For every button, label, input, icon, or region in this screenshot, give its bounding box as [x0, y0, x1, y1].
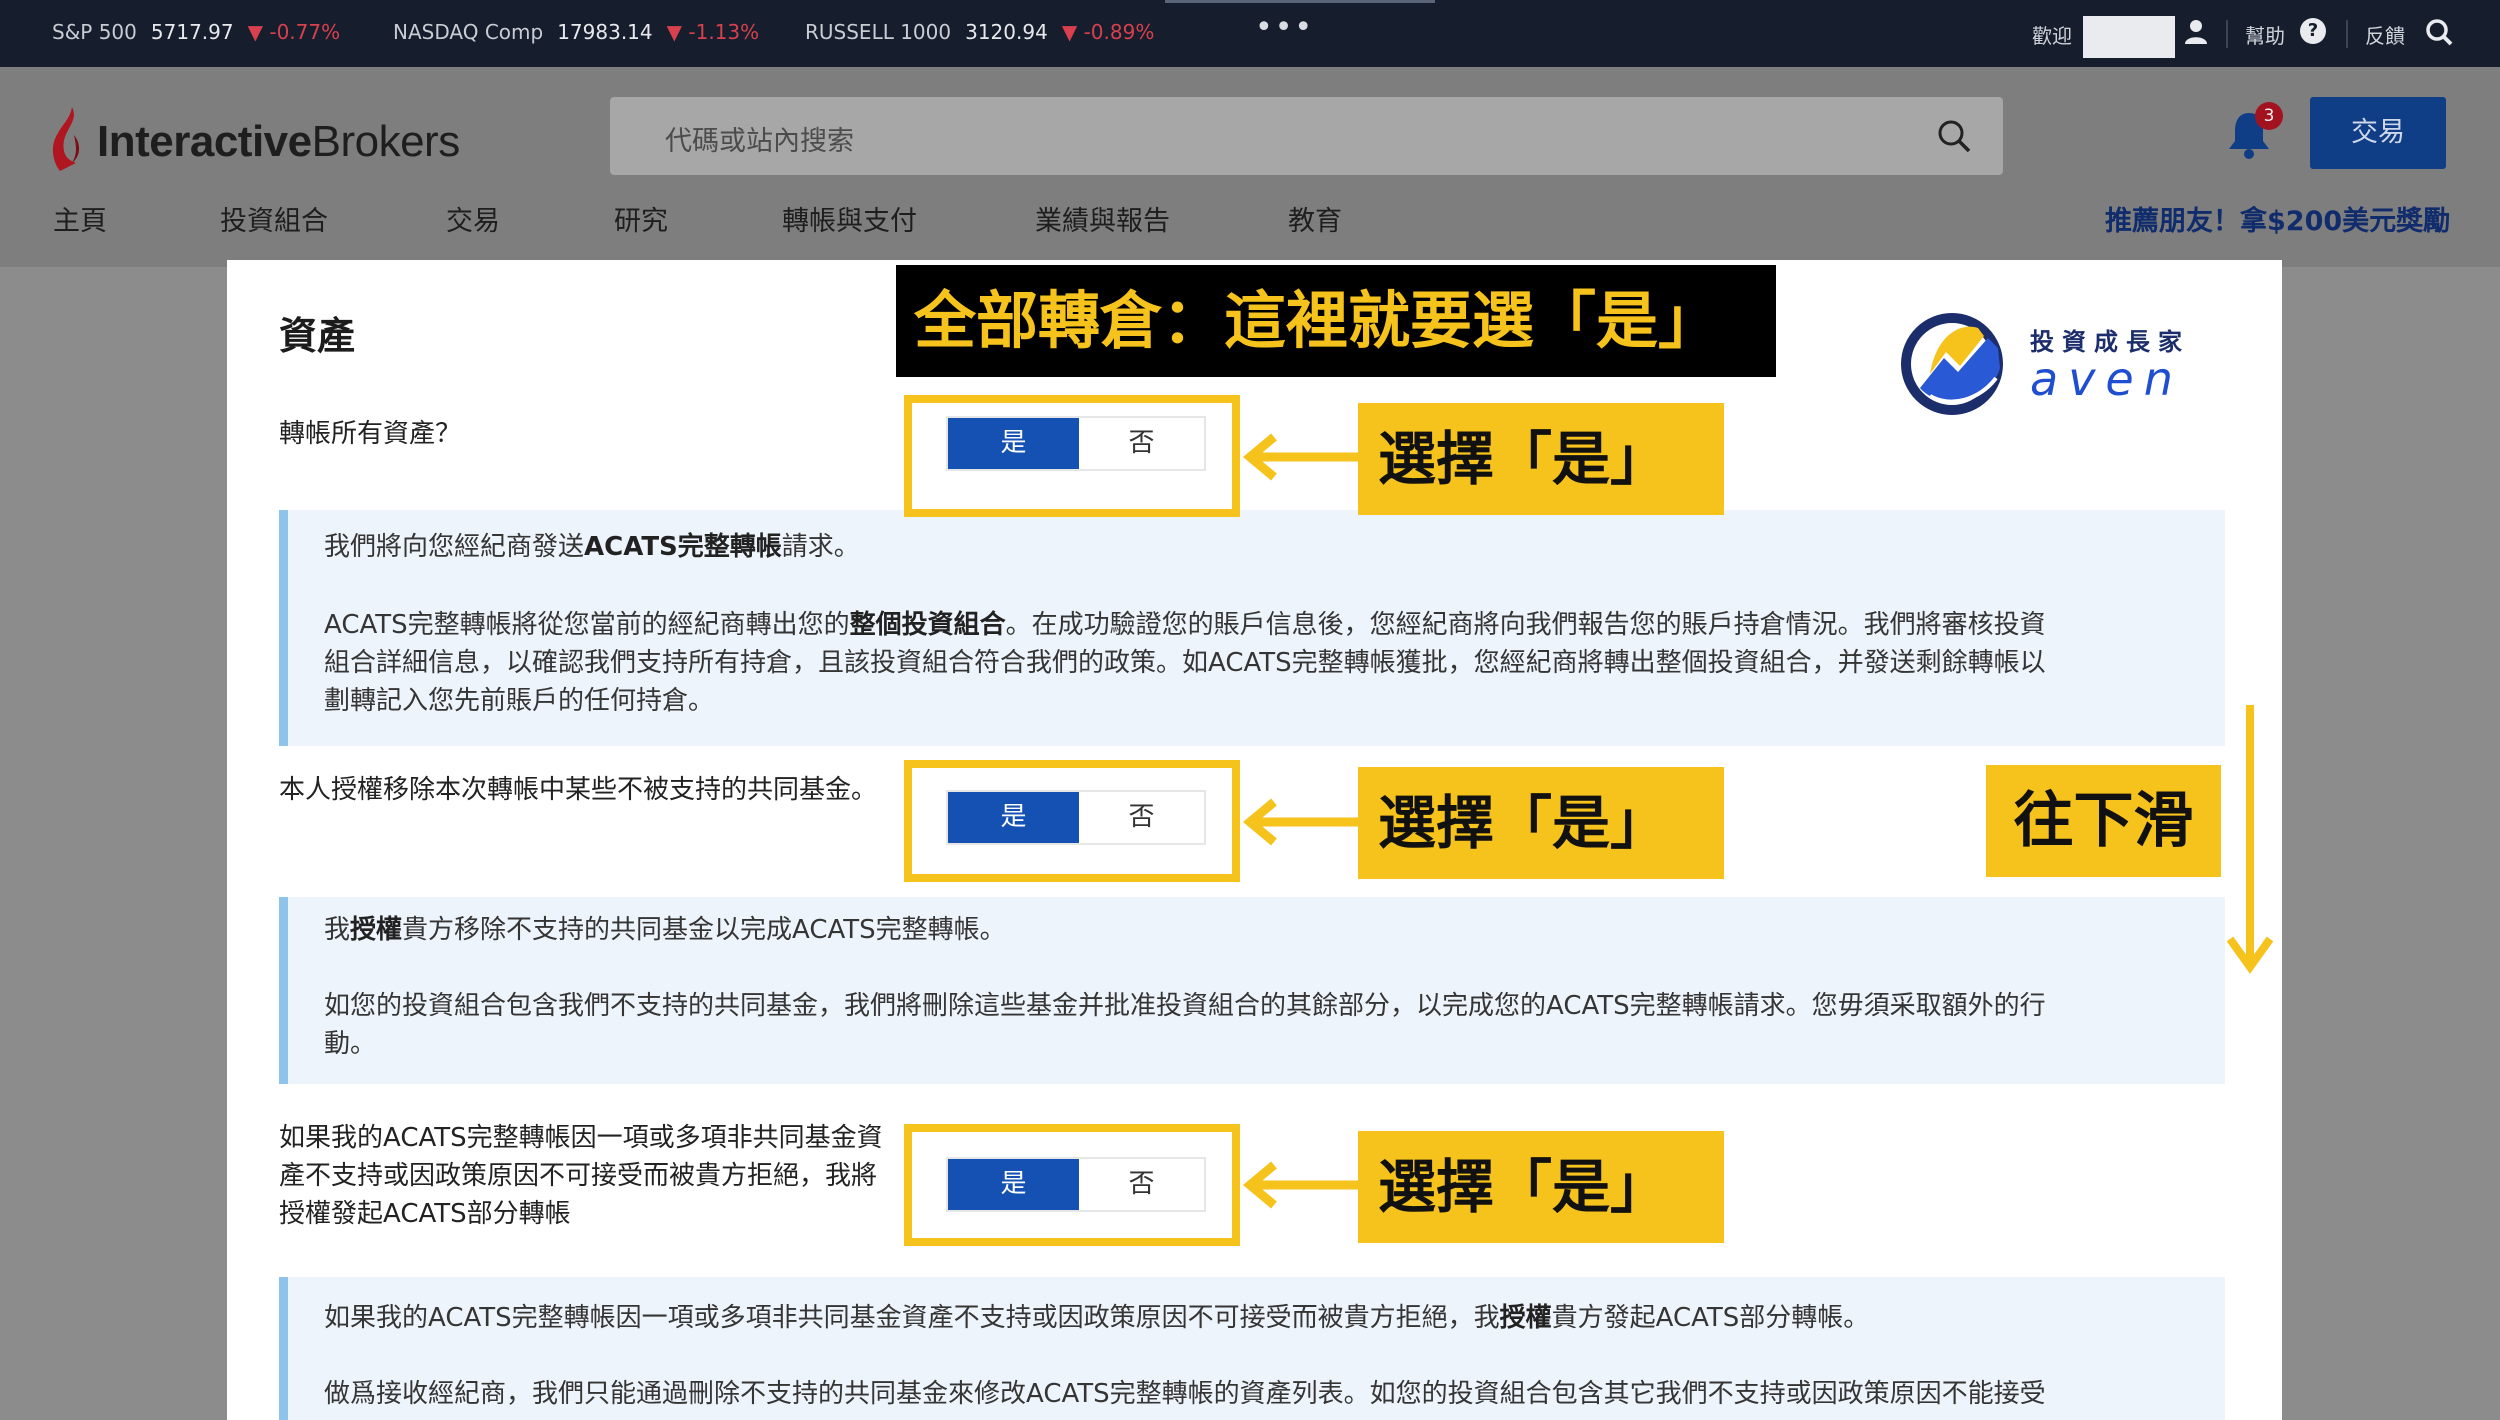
info-text: 如您的投資組合包含我們不支持的共同基金，我們將刪除這些基金并批准投資組合的其餘部…: [324, 991, 2046, 1021]
down-arrow-icon: [2226, 705, 2274, 974]
scroll-down-callout: 往下滑: [1986, 765, 2221, 877]
feedback-link[interactable]: 反饋: [2365, 20, 2405, 49]
logo-text: InteractiveBrokers: [97, 117, 460, 166]
market-ticker-bar: S&P 500 5717.97 ▼ -0.77% NASDAQ Comp 17983.…: [0, 0, 2500, 67]
help-link[interactable]: 幫助: [2245, 20, 2285, 49]
question-remove-unsupported-funds: 本人授權移除本次轉帳中某些不被支持的共同基金。: [279, 775, 878, 805]
nav-performance-reports[interactable]: 業績與報告: [1035, 199, 1170, 238]
info-text: 做爲接收經紀商，我們只能通過刪除不支持的共同基金來修改ACATS完整轉帳的資產列…: [324, 1379, 2046, 1409]
ticker-item-nasdaq[interactable]: NASDAQ Comp 17983.14 ▼ -1.13%: [393, 20, 759, 44]
search-input[interactable]: 代碼或站內搜索: [665, 119, 854, 158]
info-text: 動。: [324, 1029, 377, 1059]
select-yes-callout: 選擇「是」: [1358, 403, 1724, 515]
highlight-box: [904, 395, 1240, 517]
info-text: 劃轉記入您先前賬戶的任何持倉。: [324, 686, 715, 716]
question-transfer-all: 轉帳所有資產？: [279, 419, 462, 449]
ib-flame-icon: [52, 107, 80, 171]
brand-english-name: aven: [2030, 352, 2183, 406]
highlight-box: [904, 1124, 1240, 1246]
referral-promo-link[interactable]: 推薦朋友！拿$200美元獎勵: [2105, 199, 2450, 238]
notification-badge: 3: [2255, 102, 2283, 130]
username-redacted[interactable]: [2083, 16, 2175, 58]
question-partial-transfer: 如果我的ACATS完整轉帳因一項或多項非共同基金資產不支持或因政策原因不可接受而…: [279, 1123, 883, 1229]
nav-research[interactable]: 研究: [614, 199, 668, 238]
feedback-search-icon[interactable]: [2425, 18, 2453, 46]
ticker-value: 17983.14: [557, 20, 653, 44]
select-yes-callout: 選擇「是」: [1358, 1131, 1724, 1243]
annotation-banner: 全部轉倉：這裡就要選「是」: [896, 265, 1776, 377]
info-text: 我們將向您經紀商發送ACATS完整轉帳請求。: [324, 532, 860, 562]
nav-home[interactable]: 主頁: [53, 199, 107, 238]
ticker-name: NASDAQ Comp: [393, 20, 544, 44]
search-icon[interactable]: [1935, 117, 1973, 155]
info-box-remove-funds: 我授權貴方移除不支持的共同基金以完成ACATS完整轉帳。 如您的投資組合包含我們…: [279, 897, 2225, 1084]
user-icon[interactable]: [2183, 18, 2209, 44]
panel-title: 資產: [279, 314, 356, 358]
info-box-full-transfer: 我們將向您經紀商發送ACATS完整轉帳請求。 ACATS完整轉帳將從您當前的經紀…: [279, 510, 2225, 746]
help-icon[interactable]: ?: [2300, 18, 2326, 44]
left-arrow-icon: [1242, 1161, 1358, 1209]
ticker-name: S&P 500: [52, 20, 137, 44]
info-box-partial-transfer: 如果我的ACATS完整轉帳因一項或多項非共同基金資產不支持或因政策原因不可接受而…: [279, 1277, 2225, 1420]
nav-portfolio[interactable]: 投資組合: [220, 199, 328, 238]
info-text: ACATS完整轉帳將從您當前的經紀商轉出您的整個投資組合。在成功驗證您的賬戶信息…: [324, 610, 2046, 640]
trade-button[interactable]: 交易: [2310, 97, 2446, 169]
search-bar[interactable]: 代碼或站內搜索: [610, 97, 2003, 175]
left-arrow-icon: [1242, 798, 1358, 846]
ticker-item-russell[interactable]: RUSSELL 1000 3120.94 ▼ -0.89%: [805, 20, 1154, 44]
ticker-change: ▼ -1.13%: [666, 20, 760, 44]
ticker-value: 3120.94: [965, 20, 1048, 44]
main-nav: 主頁 投資組合 交易 研究 轉帳與支付 業績與報告 教育 推薦朋友！拿$200美…: [0, 199, 2500, 239]
ticker-item-sp500[interactable]: S&P 500 5717.97 ▼ -0.77%: [52, 20, 340, 44]
welcome-label: 歡迎: [2032, 24, 2072, 48]
interactive-brokers-logo[interactable]: InteractiveBrokers: [50, 105, 500, 175]
nav-education[interactable]: 教育: [1288, 199, 1342, 238]
nav-transfer-pay[interactable]: 轉帳與支付: [782, 199, 917, 238]
divider: [2346, 20, 2348, 48]
site-header: InteractiveBrokers 代碼或站內搜索 3 交易 主頁 投資組合 …: [0, 67, 2500, 267]
ticker-change: ▼ -0.89%: [1061, 20, 1155, 44]
nav-trade[interactable]: 交易: [446, 199, 500, 238]
ticker-more-button[interactable]: •••: [1255, 10, 1314, 45]
ticker-name: RUSSELL 1000: [805, 20, 952, 44]
highlight-box: [904, 760, 1240, 882]
aven-logo-icon: [1901, 313, 2003, 415]
ticker-change: ▼ -0.77%: [247, 20, 341, 44]
left-arrow-icon: [1242, 433, 1358, 481]
info-text: 組合詳細信息，以確認我們支持所有持倉，且該投資組合符合我們的政策。如ACATS完…: [324, 648, 2046, 678]
aven-watermark-logo: 投資成長家 aven: [1900, 300, 2230, 420]
divider: [2226, 20, 2228, 48]
select-yes-callout: 選擇「是」: [1358, 767, 1724, 879]
info-text: 我授權貴方移除不支持的共同基金以完成ACATS完整轉帳。: [324, 915, 1006, 945]
ticker-scroll-indicator: [1165, 0, 1435, 3]
ticker-value: 5717.97: [150, 20, 234, 44]
info-text: 如果我的ACATS完整轉帳因一項或多項非共同基金資產不支持或因政策原因不可接受而…: [324, 1303, 1870, 1333]
